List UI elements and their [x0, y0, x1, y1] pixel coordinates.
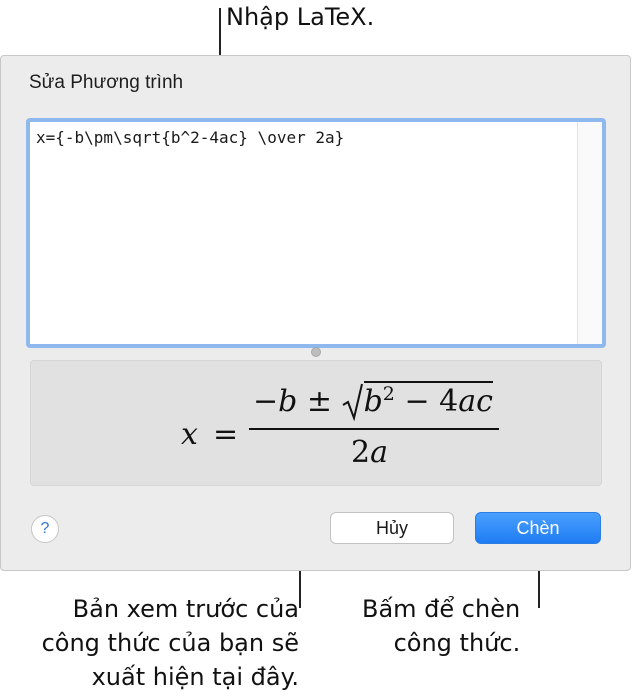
preview-callout-line-1: Bản xem trước của — [72, 595, 299, 623]
formula-denominator: 2a — [351, 435, 388, 470]
edit-equation-dialog: Sửa Phương trình x = −b ± b2 − 4ac 2a ? … — [0, 55, 631, 571]
insert-button[interactable]: Chèn — [475, 512, 601, 544]
formula-radicand-b: b — [363, 384, 383, 419]
resize-handle[interactable] — [311, 347, 321, 357]
formula-plus-minus: ± — [306, 384, 333, 419]
preview-callout-line-3: xuất hiện tại đây. — [91, 663, 299, 691]
formula-minus-four: − 4 — [404, 384, 459, 419]
formula-equals: = — [213, 417, 239, 452]
fraction-bar — [249, 428, 499, 430]
preview-callout-line-2: công thức của bạn sẽ — [41, 629, 299, 657]
formula-lhs: x — [181, 417, 198, 452]
dialog-title: Sửa Phương trình — [29, 72, 184, 93]
insert-callout: Bấm để chèn công thức. — [362, 592, 520, 660]
cancel-button[interactable]: Hủy — [330, 512, 454, 544]
editor-scrollbar[interactable] — [577, 122, 602, 344]
formula-exponent: 2 — [382, 383, 395, 405]
formula-denominator-a: a — [370, 435, 388, 470]
quadratic-formula: x = −b ± b2 − 4ac 2a — [181, 381, 501, 473]
formula-minus-b: −b — [253, 384, 298, 419]
latex-input[interactable] — [30, 122, 576, 344]
sqrt-icon — [342, 383, 364, 429]
help-button[interactable]: ? — [31, 515, 59, 543]
equation-preview: x = −b ± b2 − 4ac 2a — [30, 360, 602, 486]
insert-callout-line-2: công thức. — [393, 629, 521, 657]
preview-callout: Bản xem trước của công thức của bạn sẽ x… — [42, 592, 299, 694]
formula-denominator-two: 2 — [351, 435, 371, 470]
latex-editor — [26, 118, 606, 348]
formula-ac: ac — [458, 384, 493, 419]
formula-numerator: −b ± b2 − 4ac — [253, 381, 493, 429]
insert-callout-line-1: Bấm để chèn — [362, 595, 521, 623]
formula-radicand: b2 − 4ac — [363, 381, 493, 419]
latex-callout: Nhập LaTeX. — [226, 3, 375, 31]
